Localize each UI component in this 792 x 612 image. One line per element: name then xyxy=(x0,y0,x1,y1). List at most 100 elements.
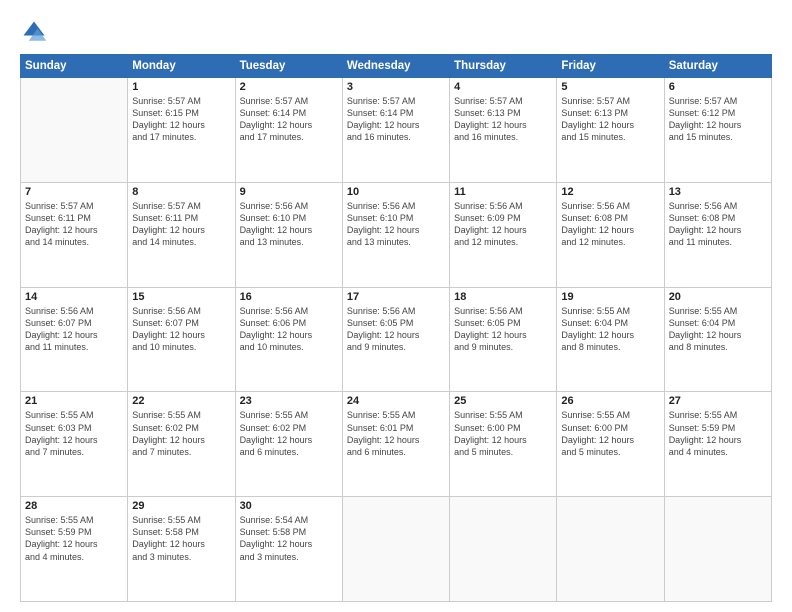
day-info: Sunrise: 5:56 AM Sunset: 6:10 PM Dayligh… xyxy=(240,200,338,249)
day-info: Sunrise: 5:55 AM Sunset: 6:02 PM Dayligh… xyxy=(240,409,338,458)
weekday-header: Thursday xyxy=(450,55,557,78)
calendar-cell: 10 Sunrise: 5:56 AM Sunset: 6:10 PM Dayli… xyxy=(342,182,449,287)
day-info: Sunrise: 5:55 AM Sunset: 5:59 PM Dayligh… xyxy=(25,514,123,563)
day-number: 13 xyxy=(669,186,767,198)
day-info: Sunrise: 5:57 AM Sunset: 6:15 PM Dayligh… xyxy=(132,95,230,144)
calendar-cell: 29 Sunrise: 5:55 AM Sunset: 5:58 PM Dayli… xyxy=(128,497,235,602)
weekday-header: Saturday xyxy=(664,55,771,78)
day-info: Sunrise: 5:57 AM Sunset: 6:13 PM Dayligh… xyxy=(561,95,659,144)
calendar-cell xyxy=(557,497,664,602)
calendar-cell: 27Sunrise: 5:55 AM Sunset: 5:59 PM Dayli… xyxy=(664,392,771,497)
day-info: Sunrise: 5:56 AM Sunset: 6:08 PM Dayligh… xyxy=(561,200,659,249)
day-number: 15 xyxy=(132,291,230,303)
day-info: Sunrise: 5:56 AM Sunset: 6:08 PM Dayligh… xyxy=(669,200,767,249)
logo xyxy=(20,18,52,46)
day-info: Sunrise: 5:55 AM Sunset: 5:58 PM Dayligh… xyxy=(132,514,230,563)
calendar-cell xyxy=(21,78,128,183)
day-info: Sunrise: 5:55 AM Sunset: 6:04 PM Dayligh… xyxy=(561,305,659,354)
calendar-week-row: 21 Sunrise: 5:55 AM Sunset: 6:03 PM Dayli… xyxy=(21,392,772,497)
calendar-cell: 20 Sunrise: 5:55 AM Sunset: 6:04 PM Dayli… xyxy=(664,287,771,392)
day-number: 9 xyxy=(240,186,338,198)
day-info: Sunrise: 5:57 AM Sunset: 6:14 PM Dayligh… xyxy=(347,95,445,144)
calendar-cell xyxy=(342,497,449,602)
day-number: 25 xyxy=(454,395,552,407)
day-info: Sunrise: 5:56 AM Sunset: 6:07 PM Dayligh… xyxy=(25,305,123,354)
calendar-cell: 25 Sunrise: 5:55 AM Sunset: 6:00 PM Dayli… xyxy=(450,392,557,497)
day-info: Sunrise: 5:55 AM Sunset: 6:04 PM Dayligh… xyxy=(669,305,767,354)
weekday-header: Sunday xyxy=(21,55,128,78)
day-number: 21 xyxy=(25,395,123,407)
calendar-cell: 4Sunrise: 5:57 AM Sunset: 6:13 PM Daylig… xyxy=(450,78,557,183)
day-number: 1 xyxy=(132,81,230,93)
day-info: Sunrise: 5:55 AM Sunset: 5:59 PM Dayligh… xyxy=(669,409,767,458)
day-number: 14 xyxy=(25,291,123,303)
day-info: Sunrise: 5:57 AM Sunset: 6:12 PM Dayligh… xyxy=(669,95,767,144)
calendar-cell: 9 Sunrise: 5:56 AM Sunset: 6:10 PM Daylig… xyxy=(235,182,342,287)
calendar-cell: 1 Sunrise: 5:57 AM Sunset: 6:15 PM Daylig… xyxy=(128,78,235,183)
day-info: Sunrise: 5:55 AM Sunset: 6:00 PM Dayligh… xyxy=(454,409,552,458)
weekday-header: Monday xyxy=(128,55,235,78)
calendar-week-row: 7Sunrise: 5:57 AM Sunset: 6:11 PM Daylig… xyxy=(21,182,772,287)
day-info: Sunrise: 5:57 AM Sunset: 6:14 PM Dayligh… xyxy=(240,95,338,144)
calendar-cell: 28 Sunrise: 5:55 AM Sunset: 5:59 PM Dayli… xyxy=(21,497,128,602)
calendar-week-row: 28 Sunrise: 5:55 AM Sunset: 5:59 PM Dayli… xyxy=(21,497,772,602)
header xyxy=(20,18,772,46)
day-number: 28 xyxy=(25,500,123,512)
day-number: 19 xyxy=(561,291,659,303)
day-info: Sunrise: 5:54 AM Sunset: 5:58 PM Dayligh… xyxy=(240,514,338,563)
page: SundayMondayTuesdayWednesdayThursdayFrid… xyxy=(0,0,792,612)
calendar-cell: 21 Sunrise: 5:55 AM Sunset: 6:03 PM Dayli… xyxy=(21,392,128,497)
day-info: Sunrise: 5:56 AM Sunset: 6:09 PM Dayligh… xyxy=(454,200,552,249)
day-number: 20 xyxy=(669,291,767,303)
day-number: 29 xyxy=(132,500,230,512)
day-info: Sunrise: 5:55 AM Sunset: 6:00 PM Dayligh… xyxy=(561,409,659,458)
day-info: Sunrise: 5:56 AM Sunset: 6:07 PM Dayligh… xyxy=(132,305,230,354)
calendar-cell: 22Sunrise: 5:55 AM Sunset: 6:02 PM Dayli… xyxy=(128,392,235,497)
day-info: Sunrise: 5:55 AM Sunset: 6:02 PM Dayligh… xyxy=(132,409,230,458)
calendar-week-row: 1 Sunrise: 5:57 AM Sunset: 6:15 PM Daylig… xyxy=(21,78,772,183)
day-number: 12 xyxy=(561,186,659,198)
day-number: 16 xyxy=(240,291,338,303)
day-number: 6 xyxy=(669,81,767,93)
day-number: 5 xyxy=(561,81,659,93)
calendar-cell: 3 Sunrise: 5:57 AM Sunset: 6:14 PM Daylig… xyxy=(342,78,449,183)
day-info: Sunrise: 5:57 AM Sunset: 6:13 PM Dayligh… xyxy=(454,95,552,144)
logo-icon xyxy=(20,18,48,46)
calendar-cell: 18 Sunrise: 5:56 AM Sunset: 6:05 PM Dayli… xyxy=(450,287,557,392)
day-number: 26 xyxy=(561,395,659,407)
day-number: 24 xyxy=(347,395,445,407)
calendar-cell: 19 Sunrise: 5:55 AM Sunset: 6:04 PM Dayli… xyxy=(557,287,664,392)
calendar-cell: 24 Sunrise: 5:55 AM Sunset: 6:01 PM Dayli… xyxy=(342,392,449,497)
day-info: Sunrise: 5:55 AM Sunset: 6:03 PM Dayligh… xyxy=(25,409,123,458)
calendar-cell: 30Sunrise: 5:54 AM Sunset: 5:58 PM Dayli… xyxy=(235,497,342,602)
calendar-cell: 16Sunrise: 5:56 AM Sunset: 6:06 PM Dayli… xyxy=(235,287,342,392)
calendar-cell: 12 Sunrise: 5:56 AM Sunset: 6:08 PM Dayli… xyxy=(557,182,664,287)
calendar-cell: 23Sunrise: 5:55 AM Sunset: 6:02 PM Dayli… xyxy=(235,392,342,497)
calendar-cell: 15 Sunrise: 5:56 AM Sunset: 6:07 PM Dayli… xyxy=(128,287,235,392)
calendar-body: 1 Sunrise: 5:57 AM Sunset: 6:15 PM Daylig… xyxy=(21,78,772,602)
calendar-cell: 13 Sunrise: 5:56 AM Sunset: 6:08 PM Dayli… xyxy=(664,182,771,287)
day-number: 2 xyxy=(240,81,338,93)
weekday-header: Friday xyxy=(557,55,664,78)
day-number: 18 xyxy=(454,291,552,303)
day-info: Sunrise: 5:56 AM Sunset: 6:05 PM Dayligh… xyxy=(454,305,552,354)
calendar-header-row: SundayMondayTuesdayWednesdayThursdayFrid… xyxy=(21,55,772,78)
calendar-cell: 6 Sunrise: 5:57 AM Sunset: 6:12 PM Daylig… xyxy=(664,78,771,183)
day-number: 11 xyxy=(454,186,552,198)
calendar-table: SundayMondayTuesdayWednesdayThursdayFrid… xyxy=(20,54,772,602)
calendar-cell xyxy=(450,497,557,602)
day-info: Sunrise: 5:55 AM Sunset: 6:01 PM Dayligh… xyxy=(347,409,445,458)
calendar-cell: 17Sunrise: 5:56 AM Sunset: 6:05 PM Dayli… xyxy=(342,287,449,392)
day-number: 10 xyxy=(347,186,445,198)
day-info: Sunrise: 5:57 AM Sunset: 6:11 PM Dayligh… xyxy=(25,200,123,249)
weekday-header: Wednesday xyxy=(342,55,449,78)
calendar-week-row: 14 Sunrise: 5:56 AM Sunset: 6:07 PM Dayli… xyxy=(21,287,772,392)
calendar-cell: 11 Sunrise: 5:56 AM Sunset: 6:09 PM Dayli… xyxy=(450,182,557,287)
calendar-cell: 2 Sunrise: 5:57 AM Sunset: 6:14 PM Daylig… xyxy=(235,78,342,183)
calendar-cell: 8Sunrise: 5:57 AM Sunset: 6:11 PM Daylig… xyxy=(128,182,235,287)
day-number: 17 xyxy=(347,291,445,303)
calendar-cell: 26 Sunrise: 5:55 AM Sunset: 6:00 PM Dayli… xyxy=(557,392,664,497)
calendar-cell: 14 Sunrise: 5:56 AM Sunset: 6:07 PM Dayli… xyxy=(21,287,128,392)
day-info: Sunrise: 5:56 AM Sunset: 6:10 PM Dayligh… xyxy=(347,200,445,249)
day-number: 3 xyxy=(347,81,445,93)
